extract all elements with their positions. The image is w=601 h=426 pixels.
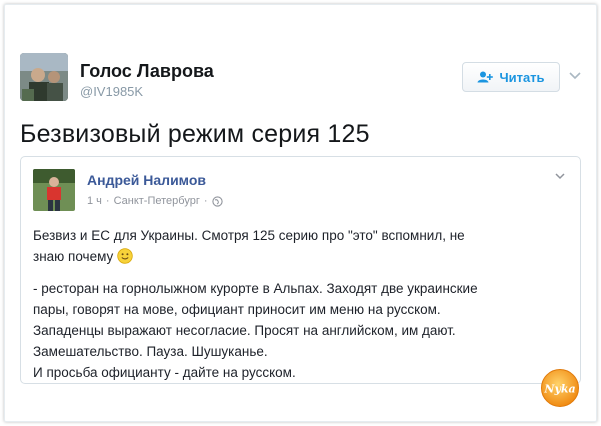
avatar-photo xyxy=(20,53,68,101)
body-line: Замешательство. Пауза. Шушуканье. xyxy=(33,344,268,359)
body-line-with-emoji: знаю почему xyxy=(33,246,563,267)
quoted-post-body: Безвиз и ЕС для Украины. Смотря 125 сери… xyxy=(33,225,563,383)
watermark-logo: Nyka xyxy=(540,368,580,408)
meta-separator: · xyxy=(203,195,208,207)
body-line: - ресторан на горнолыжном курорте в Альп… xyxy=(33,281,478,296)
follow-button[interactable]: Читать xyxy=(462,62,560,92)
globe-icon xyxy=(211,195,223,207)
quoted-post-time[interactable]: 1 ч xyxy=(87,195,102,207)
quoted-avatar-photo xyxy=(33,169,75,211)
quoted-post[interactable]: Андрей Налимов 1 ч · Санкт-Петербург · Б… xyxy=(20,156,581,384)
chevron-down-icon[interactable] xyxy=(568,70,582,82)
author-name[interactable]: Голос Лаврова xyxy=(80,61,214,82)
add-user-icon xyxy=(477,71,494,83)
watermark-badge: Nyka xyxy=(541,369,579,407)
author-handle[interactable]: @IV1985K xyxy=(80,84,143,99)
author-avatar[interactable] xyxy=(20,53,68,101)
body-line: И просьба официанту - дайте на русском. xyxy=(33,365,296,380)
meta-separator: · xyxy=(105,195,110,207)
body-line: Западенцы выражают несогласие. Просят на… xyxy=(33,323,456,338)
quoted-author-avatar[interactable] xyxy=(33,169,75,211)
watermark-text: Nyka xyxy=(543,383,575,396)
quoted-author-name[interactable]: Андрей Налимов xyxy=(87,172,206,188)
tweet-text: Безвизовый режим серия 125 xyxy=(20,120,370,148)
follow-button-label: Читать xyxy=(499,69,545,85)
quoted-post-meta: 1 ч · Санкт-Петербург · xyxy=(87,195,223,207)
body-line: пары, говорят на мове, официант приносит… xyxy=(33,302,441,317)
smiley-icon xyxy=(117,248,133,264)
chevron-down-icon[interactable] xyxy=(554,171,566,181)
body-line: Безвиз и ЕС для Украины. Смотря 125 сери… xyxy=(33,228,465,243)
body-line: знаю почему xyxy=(33,249,114,264)
quoted-post-location[interactable]: Санкт-Петербург xyxy=(114,195,200,207)
